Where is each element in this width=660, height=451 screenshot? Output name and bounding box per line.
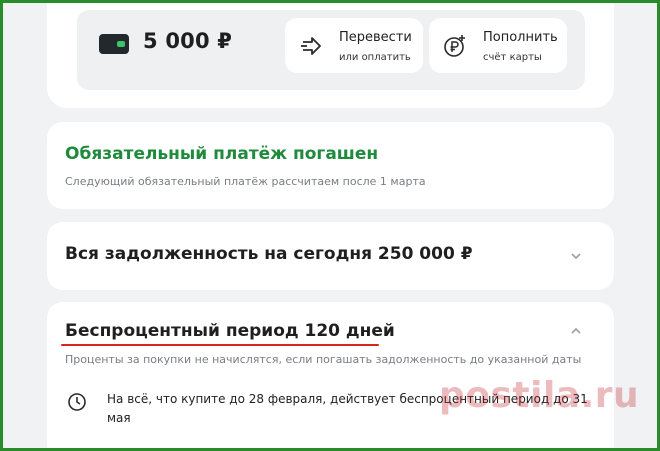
chevron-up-icon[interactable] xyxy=(570,325,582,337)
total-debt-card[interactable]: Вся задолженность на сегодня 250 000 ₽ xyxy=(47,222,614,290)
ruble-plus-icon xyxy=(444,35,465,57)
clock-icon xyxy=(68,393,86,411)
watermark: postila.ru xyxy=(439,375,640,416)
topup-label: Пополнить xyxy=(483,30,558,45)
mandatory-payment-card: Обязательный платёж погашен Следующий об… xyxy=(47,122,614,209)
card-chip xyxy=(117,41,125,47)
topup-sublabel: счёт карты xyxy=(483,52,542,63)
payment-description: Следующий обязательный платёж рассчитаем… xyxy=(65,175,426,188)
transfer-label: Перевести xyxy=(339,30,412,45)
balance-panel: 5 000 ₽ Перевести или оплатить Пополнить… xyxy=(77,10,585,90)
app-screen: 5 000 ₽ Перевести или оплатить Пополнить… xyxy=(3,3,657,448)
balance-card: 5 000 ₽ Перевести или оплатить Пополнить… xyxy=(47,3,614,108)
topup-button[interactable]: Пополнить счёт карты xyxy=(429,18,567,73)
red-underline-annotation xyxy=(61,344,379,346)
transfer-button[interactable]: Перевести или оплатить xyxy=(285,18,423,73)
transfer-arrow-icon xyxy=(301,37,321,55)
card-icon xyxy=(99,34,129,54)
debt-title: Вся задолженность на сегодня 250 000 ₽ xyxy=(65,244,473,264)
grace-title: Беспроцентный период 120 дней xyxy=(65,321,395,341)
balance-amount: 5 000 ₽ xyxy=(143,29,233,53)
chevron-down-icon[interactable] xyxy=(570,250,582,262)
payment-title: Обязательный платёж погашен xyxy=(65,144,379,164)
transfer-sublabel: или оплатить xyxy=(339,52,411,63)
grace-description: Проценты за покупки не начислятся, если … xyxy=(65,353,582,366)
